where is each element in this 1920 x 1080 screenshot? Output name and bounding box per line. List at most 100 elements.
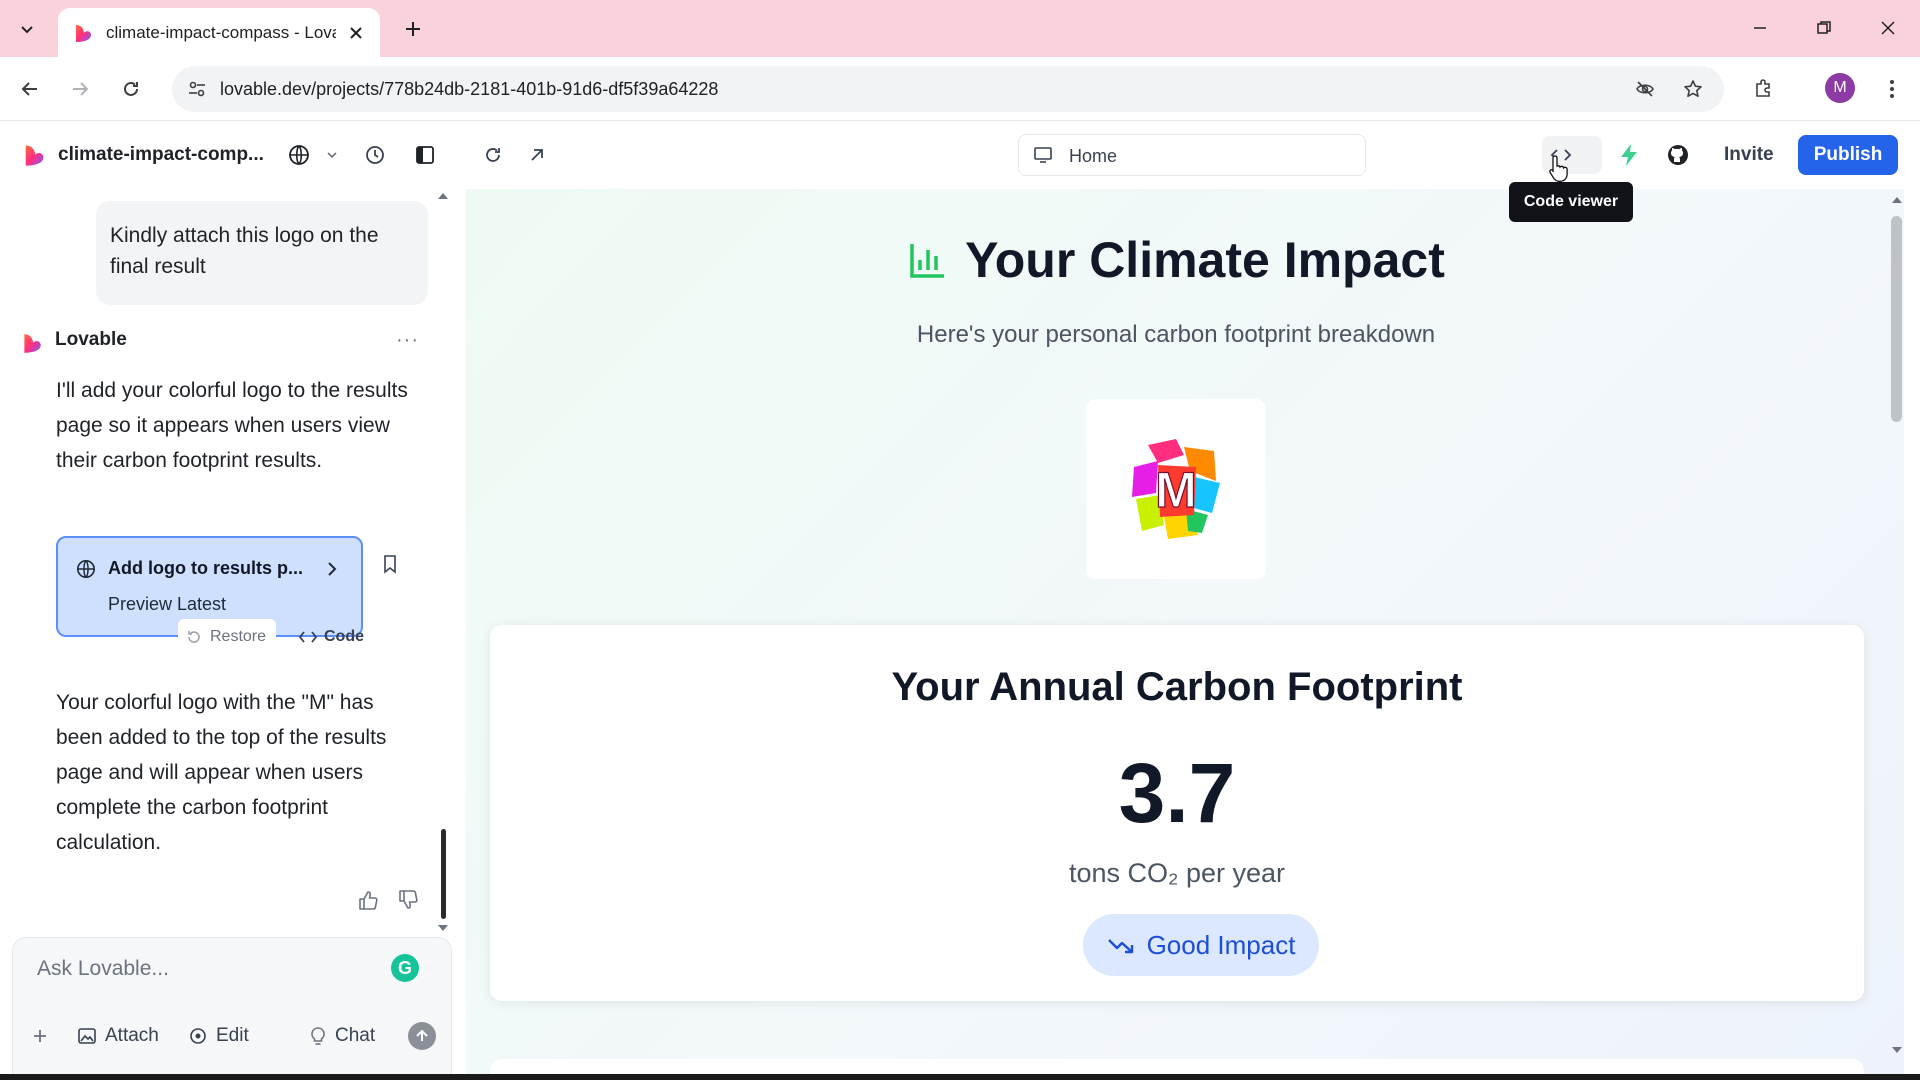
project-name[interactable]: climate-impact-comp... bbox=[58, 144, 264, 166]
close-icon bbox=[1881, 21, 1895, 35]
impact-badge: Good Impact bbox=[1083, 914, 1319, 976]
logo-letter: M bbox=[1155, 462, 1197, 518]
chat-composer: G Attach Edit Chat bbox=[12, 937, 452, 1080]
attach-label: Attach bbox=[105, 1025, 159, 1046]
route-selector[interactable]: Home bbox=[1018, 134, 1366, 176]
lovable-logo-icon[interactable] bbox=[18, 139, 50, 171]
plus-icon bbox=[404, 20, 422, 38]
grammarly-icon[interactable]: G bbox=[391, 954, 419, 982]
window-close-button[interactable] bbox=[1868, 10, 1908, 46]
thumbs-up-icon[interactable] bbox=[357, 889, 379, 911]
invite-button[interactable]: Invite bbox=[1710, 135, 1788, 175]
window-minimize-button[interactable] bbox=[1740, 10, 1780, 46]
monitor-icon bbox=[1033, 145, 1053, 165]
restore-label: Restore bbox=[210, 628, 267, 645]
thumbs-down-icon[interactable] bbox=[397, 889, 419, 911]
chat-scroll-up-icon[interactable] bbox=[437, 191, 449, 201]
mouse-pointer-icon bbox=[1549, 154, 1571, 182]
more-vertical-icon bbox=[1890, 80, 1894, 98]
new-tab-button[interactable] bbox=[396, 12, 430, 46]
message-more-button[interactable]: ··· bbox=[396, 329, 419, 352]
chat-label: Chat bbox=[335, 1025, 376, 1046]
footprint-card: Your Annual Carbon Footprint 3.7 tons CO… bbox=[490, 625, 1864, 1001]
chat-mode-button[interactable]: Chat bbox=[309, 1018, 375, 1054]
bot-message-2: Your colorful logo with the "M" has been… bbox=[56, 691, 387, 854]
browser-menu-button[interactable] bbox=[1874, 71, 1910, 107]
attach-button[interactable]: Attach bbox=[77, 1018, 159, 1054]
refresh-preview-button[interactable] bbox=[477, 139, 509, 171]
bar-chart-icon bbox=[907, 240, 947, 280]
version-preview-link[interactable]: Preview Latest bbox=[108, 594, 226, 615]
bookmark-icon[interactable] bbox=[381, 554, 399, 574]
edit-button[interactable]: Edit bbox=[188, 1018, 249, 1054]
github-button[interactable] bbox=[1662, 139, 1694, 171]
scroll-down-icon[interactable] bbox=[1890, 1045, 1904, 1055]
app-header: climate-impact-comp... Home Invite Publi… bbox=[0, 121, 1920, 189]
preview-scrollbar-thumb[interactable] bbox=[1891, 216, 1902, 422]
browser-tab-active[interactable]: climate-impact-compass - Lova bbox=[58, 8, 380, 57]
address-bar[interactable]: lovable.dev/projects/778b24db-2181-401b-… bbox=[172, 66, 1724, 112]
ask-input[interactable] bbox=[35, 956, 379, 982]
colorful-m-logo-icon: M bbox=[1132, 439, 1220, 539]
toggle-sidebar-button[interactable] bbox=[409, 139, 441, 171]
forward-button[interactable] bbox=[62, 71, 98, 107]
lovable-favicon-icon bbox=[72, 22, 94, 44]
chat-scroll-down-icon[interactable] bbox=[437, 923, 449, 933]
target-icon bbox=[190, 1028, 206, 1044]
add-button[interactable] bbox=[31, 1018, 49, 1054]
lovable-avatar-icon bbox=[20, 331, 44, 355]
project-menu-button[interactable] bbox=[316, 139, 348, 171]
history-button[interactable] bbox=[359, 139, 391, 171]
publish-button[interactable]: Publish bbox=[1798, 135, 1898, 175]
version-title: Add logo to results p... bbox=[108, 558, 303, 578]
extensions-button[interactable] bbox=[1746, 71, 1782, 107]
image-icon bbox=[78, 1028, 96, 1044]
code-label: Code bbox=[324, 628, 364, 645]
restore-button[interactable]: Restore bbox=[178, 619, 277, 655]
visibility-globe-button[interactable] bbox=[283, 139, 315, 171]
chevron-down-icon bbox=[19, 21, 35, 37]
open-in-new-tab-button[interactable] bbox=[521, 139, 553, 171]
sidebar-icon bbox=[416, 146, 434, 164]
scroll-up-icon[interactable] bbox=[1890, 195, 1904, 205]
browser-toolbar: lovable.dev/projects/778b24db-2181-401b-… bbox=[0, 57, 1920, 121]
star-icon bbox=[1684, 80, 1702, 97]
tab-search-button[interactable] bbox=[10, 12, 44, 46]
tab-close-icon[interactable] bbox=[344, 21, 368, 45]
view-code-button[interactable]: Code bbox=[292, 619, 370, 655]
tracking-protection-button[interactable] bbox=[1628, 72, 1662, 106]
impact-label: Good Impact bbox=[1146, 929, 1296, 960]
route-label: Home bbox=[1069, 146, 1118, 166]
bot-name: Lovable bbox=[55, 329, 127, 350]
history-icon bbox=[366, 146, 384, 164]
browser-tab-strip: climate-impact-compass - Lova bbox=[0, 0, 1920, 57]
site-info-button[interactable] bbox=[180, 72, 214, 106]
arrow-left-icon bbox=[21, 82, 37, 96]
restore-icon bbox=[186, 629, 202, 645]
profile-avatar[interactable]: M bbox=[1825, 73, 1855, 103]
back-button[interactable] bbox=[12, 71, 48, 107]
globe-icon bbox=[289, 145, 309, 165]
minimize-icon bbox=[1754, 27, 1766, 29]
url-text[interactable]: lovable.dev/projects/778b24db-2181-401b-… bbox=[220, 79, 718, 100]
lightbulb-icon bbox=[311, 1027, 325, 1045]
send-button[interactable] bbox=[408, 1022, 436, 1050]
trending-down-icon bbox=[1107, 935, 1135, 955]
reload-button[interactable] bbox=[113, 71, 149, 107]
plus-icon bbox=[34, 1030, 46, 1042]
footprint-value: 3.7 bbox=[1118, 746, 1236, 840]
preview-title-row: Your Climate Impact bbox=[466, 231, 1886, 289]
window-restore-button[interactable] bbox=[1804, 10, 1844, 46]
eye-off-icon bbox=[1636, 81, 1654, 97]
supabase-button[interactable] bbox=[1613, 139, 1645, 171]
chat-scrollbar[interactable] bbox=[441, 829, 446, 919]
preview-subtitle: Here's your personal carbon footprint br… bbox=[916, 321, 1436, 348]
bookmark-star-button[interactable] bbox=[1676, 72, 1710, 106]
app-preview: Your Climate Impact Here's your personal… bbox=[466, 189, 1904, 1080]
preview-title: Your Climate Impact bbox=[965, 232, 1445, 288]
puzzle-icon bbox=[1756, 79, 1770, 97]
arrow-right-icon bbox=[73, 82, 89, 96]
arrow-up-icon bbox=[416, 1029, 428, 1041]
chevron-right-icon bbox=[326, 561, 338, 577]
code-icon bbox=[298, 629, 318, 645]
